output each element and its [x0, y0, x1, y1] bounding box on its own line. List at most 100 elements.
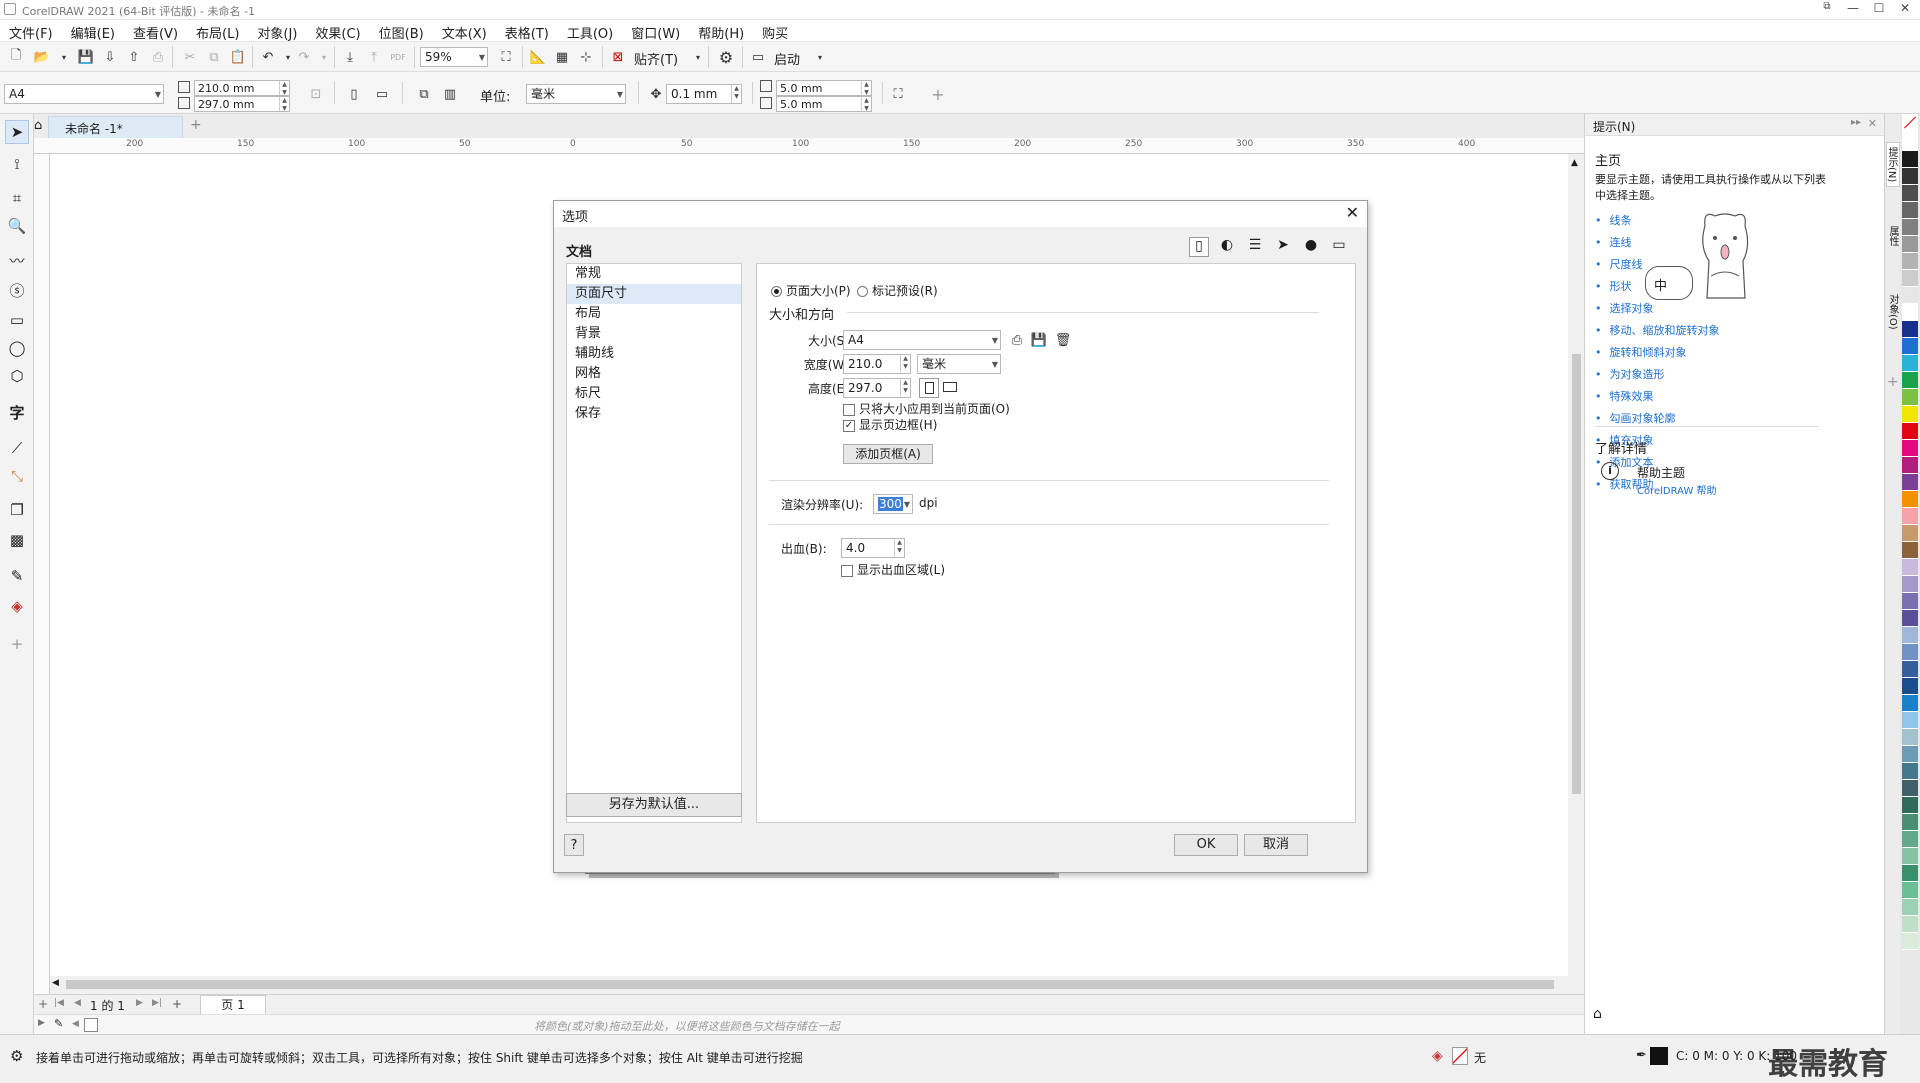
dialog-height-spinner[interactable]: ▲ ▼	[900, 379, 910, 397]
color-swatch[interactable]	[1902, 219, 1918, 236]
paste-icon[interactable]: 📋	[228, 47, 248, 67]
color-swatch[interactable]	[1902, 440, 1918, 457]
pin-icon[interactable]: ●	[1301, 237, 1321, 257]
options-nav-item[interactable]: 页面尺寸	[567, 284, 741, 304]
zoom-tool-icon[interactable]: 🔍	[5, 214, 29, 238]
close-button[interactable]: ✕	[1892, 1, 1918, 19]
new-document-icon[interactable]: 🗋	[6, 47, 26, 67]
dup-x-spinner[interactable]: ▲ ▼	[861, 81, 871, 96]
size-select[interactable]: A4 ▼	[843, 330, 1001, 350]
artistic-media-icon[interactable]: ⓢ	[5, 278, 29, 302]
gear-icon[interactable]: ⚙	[10, 1047, 23, 1065]
color-swatch[interactable]	[1902, 338, 1918, 355]
options-nav-item[interactable]: 标尺	[567, 384, 741, 404]
vertical-scrollbar[interactable]: ▲	[1568, 154, 1584, 976]
show-grid-icon[interactable]: ▦	[552, 47, 572, 67]
cursor-icon[interactable]: ➤	[1273, 237, 1293, 257]
color-swatch[interactable]	[1902, 491, 1918, 508]
dialog-unit-select[interactable]: 毫米 ▼	[917, 354, 1001, 374]
show-guidelines-icon[interactable]: ⊹	[576, 47, 596, 67]
color-swatch[interactable]	[1902, 355, 1918, 372]
color-swatch[interactable]	[1902, 746, 1918, 763]
color-swatch[interactable]	[1902, 899, 1918, 916]
save-preset-icon[interactable]: ⎙	[1007, 330, 1027, 350]
color-swatch[interactable]	[1902, 389, 1918, 406]
crop-tool-icon[interactable]: ⌗	[5, 186, 29, 210]
color-swatch[interactable]	[1902, 457, 1918, 474]
show-bleed-checkbox[interactable]: 显示出血区域(L)	[841, 561, 945, 578]
next-page-icon[interactable]: ▶	[136, 998, 143, 1008]
settings-sliders-icon[interactable]: ☰	[1245, 237, 1265, 257]
launch-dropdown-icon[interactable]: ▾	[810, 47, 830, 67]
vertical-ruler[interactable]	[34, 154, 50, 994]
scroll-up-icon[interactable]: ▲	[1571, 158, 1578, 168]
color-swatch[interactable]	[1902, 814, 1918, 831]
options-nav-item[interactable]: 背景	[567, 324, 741, 344]
color-swatch[interactable]	[1902, 848, 1918, 865]
coreldraw-help-link[interactable]: CorelDRAW 帮助	[1637, 482, 1717, 497]
options-nav-item[interactable]: 辅助线	[567, 344, 741, 364]
add-tool-icon[interactable]: +	[5, 632, 29, 656]
no-color-swatch[interactable]	[1902, 114, 1918, 134]
shape-tool-icon[interactable]: ⟟	[5, 152, 29, 176]
menu-item[interactable]: 工具(O)	[558, 20, 622, 42]
color-swatch[interactable]	[1902, 134, 1918, 151]
options-nav-item[interactable]: 布局	[567, 304, 741, 324]
treat-as-filled-icon[interactable]: ⛶	[888, 84, 908, 104]
launch-button[interactable]: 启动	[774, 49, 800, 68]
menu-item[interactable]: 布局(L)	[187, 20, 248, 42]
new-tab-icon[interactable]: +	[190, 117, 202, 133]
hint-topic-link[interactable]: 为对象造形	[1595, 364, 1755, 386]
dialog-height-field[interactable]: 297.0 ▲ ▼	[843, 378, 911, 398]
color-swatch[interactable]	[1902, 372, 1918, 389]
eyedropper-icon[interactable]: ✎	[54, 1017, 63, 1030]
color-swatch[interactable]	[1902, 729, 1918, 746]
connector-tool-icon[interactable]: ⤡	[5, 464, 29, 488]
maximize-button[interactable]: ☐	[1866, 1, 1892, 19]
add-docker-icon[interactable]: +	[1887, 374, 1899, 390]
menu-item[interactable]: 购买	[753, 20, 797, 42]
drop-shadow-icon[interactable]: ❐	[5, 498, 29, 522]
menu-item[interactable]: 效果(C)	[306, 20, 369, 42]
polygon-tool-icon[interactable]: ⬡	[5, 364, 29, 388]
color-swatch[interactable]	[1902, 423, 1918, 440]
export-cloud-icon[interactable]: ⇧	[124, 47, 144, 67]
landscape-orientation-button[interactable]	[943, 382, 957, 392]
landscape-icon[interactable]: ▭	[372, 84, 392, 104]
close-icon[interactable]: ✕	[1868, 117, 1877, 130]
color-swatch[interactable]	[1902, 797, 1918, 814]
portrait-icon[interactable]: ▯	[344, 84, 364, 104]
import-icon[interactable]: ⤓	[340, 47, 360, 67]
outline-swatch[interactable]	[1650, 1047, 1668, 1065]
render-resolution-field[interactable]: 300 ▼	[873, 494, 913, 514]
menu-item[interactable]: 位图(B)	[370, 20, 433, 42]
add-page-icon[interactable]: +	[38, 997, 48, 1011]
color-swatch[interactable]	[1902, 253, 1918, 270]
color-swatch[interactable]	[1902, 916, 1918, 933]
nudge-distance-field[interactable]: 0.1 mm ▲ ▼	[666, 84, 742, 104]
save-default-button[interactable]: 另存为默认值...	[566, 793, 742, 817]
cut-icon[interactable]: ✂	[180, 47, 200, 67]
page-tab[interactable]: 页 1	[200, 995, 266, 1015]
dimension-tool-icon[interactable]: ⟋	[5, 436, 29, 460]
redo-dropdown-icon[interactable]: ▾	[314, 47, 334, 67]
gear-icon[interactable]: ⚙	[716, 47, 736, 67]
color-swatch[interactable]	[1902, 780, 1918, 797]
color-swatch[interactable]	[1902, 542, 1918, 559]
color-swatch[interactable]	[1902, 695, 1918, 712]
restore-icon[interactable]: ⧉	[1814, 1, 1840, 19]
color-swatch[interactable]	[1902, 644, 1918, 661]
home-icon[interactable]: ⌂	[34, 118, 48, 133]
help-button[interactable]: ?	[564, 834, 584, 856]
dialog-close-icon[interactable]: ✕	[1346, 203, 1359, 222]
palette-menu-icon[interactable]: ▶	[38, 1018, 45, 1028]
color-swatch[interactable]	[1902, 627, 1918, 644]
rectangle-tool-icon[interactable]: ▭	[5, 308, 29, 332]
home-icon[interactable]: ⌂	[1593, 1006, 1602, 1022]
disk-icon[interactable]: 💾	[1029, 330, 1049, 350]
snap-off-icon[interactable]: ⊠	[608, 47, 628, 67]
color-swatch[interactable]	[1902, 610, 1918, 627]
page-size-radio[interactable]: 页面大小(P)	[771, 282, 851, 299]
color-swatch[interactable]	[1902, 525, 1918, 542]
import-cloud-icon[interactable]: ⇩	[100, 47, 120, 67]
